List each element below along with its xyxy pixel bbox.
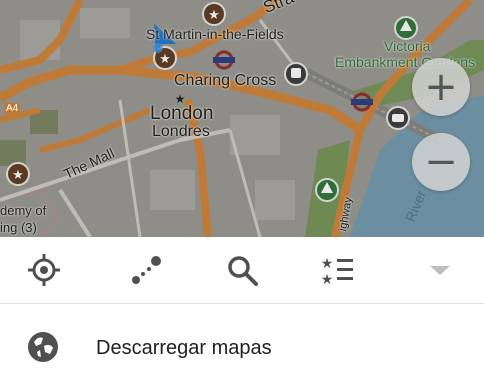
- search-icon: [228, 256, 258, 286]
- map-label-charing-cross: Charing Cross: [174, 72, 277, 89]
- map-label-a4: A4: [4, 103, 21, 114]
- svg-text:★: ★: [159, 52, 171, 67]
- download-maps-item[interactable]: Descarregar mapas: [0, 304, 484, 380]
- map-label-academy: demy of: [0, 203, 47, 218]
- map-label-london: London: [150, 103, 214, 124]
- my-location-button[interactable]: [24, 250, 64, 290]
- my-location-icon: [28, 254, 60, 286]
- globe-icon: [28, 332, 58, 362]
- route-button[interactable]: [126, 250, 166, 290]
- svg-text:★: ★: [12, 168, 24, 183]
- search-button[interactable]: [222, 250, 262, 290]
- download-maps-label: Descarregar mapas: [96, 337, 272, 359]
- zoom-in-button[interactable]: +: [412, 58, 470, 116]
- poi-star-icon-3[interactable]: ★: [6, 162, 30, 186]
- svg-text:★: ★: [321, 272, 334, 287]
- map-label-st-martin: St Martin-in-the-Fields: [146, 26, 284, 42]
- bookmarks-icon: ★ ★: [321, 256, 353, 287]
- map-label-victoria: Victoria: [384, 38, 431, 54]
- zoom-out-icon: −: [424, 139, 458, 185]
- poi-ferry-icon-1[interactable]: [386, 106, 410, 130]
- poi-star-icon-1[interactable]: ★: [202, 2, 226, 26]
- svg-text:★: ★: [208, 8, 220, 23]
- bottom-toolbar: ★ ★: [0, 237, 484, 304]
- more-dropdown-button[interactable]: [420, 250, 460, 290]
- dropdown-icon: [430, 266, 450, 275]
- poi-tree-icon-1[interactable]: [394, 16, 418, 40]
- map-view[interactable]: ★ ★ ★ ★ Stra St Martin-in-the-Fields Vic…: [0, 0, 484, 237]
- poi-train-icon-1[interactable]: [284, 62, 308, 86]
- zoom-in-icon: +: [424, 64, 458, 110]
- zoom-out-button[interactable]: −: [412, 133, 470, 191]
- bookmarks-button[interactable]: ★ ★: [318, 250, 358, 290]
- svg-text:★: ★: [321, 256, 334, 272]
- poi-tree-icon-2[interactable]: [315, 178, 339, 202]
- map-label-londres: Londres: [152, 123, 210, 140]
- map-label-building: ing (3): [0, 220, 37, 235]
- route-icon: [132, 256, 161, 284]
